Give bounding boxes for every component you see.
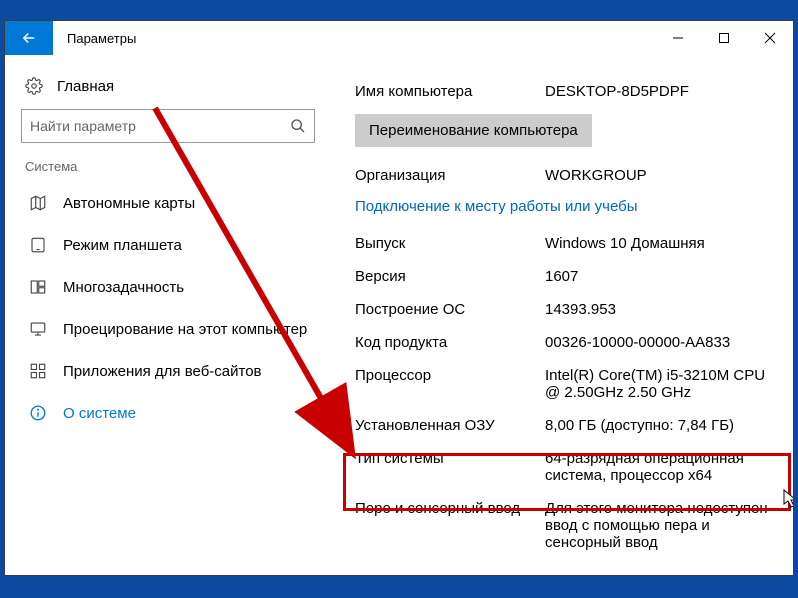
home-label: Главная	[57, 78, 114, 95]
titlebar: Параметры	[5, 21, 793, 55]
row-pen-touch: Перо и сенсорный ввод Для этого монитора…	[355, 494, 773, 561]
apps-icon	[29, 362, 47, 380]
maximize-button[interactable]	[701, 21, 747, 55]
search-input[interactable]: Найти параметр	[21, 109, 315, 143]
row-system-type: Тип системы 64-разрядная операционная си…	[355, 444, 773, 494]
ram-value: 8,00 ГБ (доступно: 7,84 ГБ)	[545, 417, 773, 434]
row-edition: Выпуск Windows 10 Домашняя	[355, 229, 773, 262]
connect-work-link[interactable]: Подключение к месту работы или учебы	[355, 194, 773, 229]
build-value: 14393.953	[545, 301, 773, 318]
sidebar-item-about[interactable]: О системе	[21, 392, 321, 434]
row-version: Версия 1607	[355, 262, 773, 295]
minimize-button[interactable]	[655, 21, 701, 55]
product-label: Код продукта	[355, 334, 545, 351]
cpu-label: Процессор	[355, 367, 545, 401]
sidebar-item-apps-websites[interactable]: Приложения для веб-сайтов	[21, 350, 321, 392]
product-value: 00326-10000-00000-AA833	[545, 334, 773, 351]
settings-window: Параметры Главная Найти параметр	[4, 20, 794, 576]
sidebar-item-label: Приложения для веб-сайтов	[63, 363, 262, 380]
sidebar-item-label: О системе	[63, 405, 136, 422]
row-organization: Организация WORKGROUP	[355, 161, 773, 194]
rename-computer-button[interactable]: Переименование компьютера	[355, 114, 592, 147]
sidebar-item-tablet-mode[interactable]: Режим планшета	[21, 224, 321, 266]
section-label: Система	[21, 159, 321, 182]
sidebar-item-offline-maps[interactable]: Автономные карты	[21, 182, 321, 224]
edition-label: Выпуск	[355, 235, 545, 252]
window-controls	[655, 21, 793, 55]
map-icon	[29, 194, 47, 212]
systype-label: Тип системы	[355, 450, 545, 484]
sidebar-item-projecting[interactable]: Проецирование на этот компьютер	[21, 308, 321, 350]
sidebar-item-label: Проецирование на этот компьютер	[63, 321, 307, 338]
pen-label: Перо и сенсорный ввод	[355, 500, 545, 551]
mouse-cursor-icon	[783, 489, 793, 509]
sidebar: Главная Найти параметр Система Автономны…	[5, 55, 325, 575]
version-label: Версия	[355, 268, 545, 285]
pen-value: Для этого монитора недоступен ввод с пом…	[545, 500, 773, 551]
row-build: Построение ОС 14393.953	[355, 295, 773, 328]
version-value: 1607	[545, 268, 773, 285]
cpu-value: Intel(R) Core(TM) i5-3210M CPU @ 2.50GHz…	[545, 367, 773, 401]
project-icon	[29, 320, 47, 338]
info-icon	[29, 404, 47, 422]
gear-icon	[25, 77, 43, 95]
back-button[interactable]	[5, 21, 53, 55]
row-ram: Установленная ОЗУ 8,00 ГБ (доступно: 7,8…	[355, 411, 773, 444]
tablet-icon	[29, 236, 47, 254]
sidebar-item-label: Многозадачность	[63, 279, 184, 296]
row-computer-name: Имя компьютера DESKTOP-8D5PDPF	[355, 77, 773, 110]
main-panel: Имя компьютера DESKTOP-8D5PDPF Переимено…	[325, 55, 793, 575]
home-nav[interactable]: Главная	[21, 69, 321, 109]
close-button[interactable]	[747, 21, 793, 55]
systype-value: 64-разрядная операционная система, проце…	[545, 450, 773, 484]
search-placeholder: Найти параметр	[30, 118, 290, 134]
window-title: Параметры	[53, 21, 655, 55]
multitask-icon	[29, 278, 47, 296]
build-label: Построение ОС	[355, 301, 545, 318]
row-processor: Процессор Intel(R) Core(TM) i5-3210M CPU…	[355, 361, 773, 411]
org-label: Организация	[355, 167, 545, 184]
edition-value: Windows 10 Домашняя	[545, 235, 773, 252]
search-icon	[290, 118, 306, 134]
sidebar-item-label: Режим планшета	[63, 237, 182, 254]
row-product-id: Код продукта 00326-10000-00000-AA833	[355, 328, 773, 361]
content-area: Главная Найти параметр Система Автономны…	[5, 55, 793, 575]
sidebar-item-label: Автономные карты	[63, 195, 195, 212]
ram-label: Установленная ОЗУ	[355, 417, 545, 434]
computer-name-value: DESKTOP-8D5PDPF	[545, 83, 773, 100]
computer-name-label: Имя компьютера	[355, 83, 545, 100]
sidebar-item-multitasking[interactable]: Многозадачность	[21, 266, 321, 308]
org-value: WORKGROUP	[545, 167, 773, 184]
